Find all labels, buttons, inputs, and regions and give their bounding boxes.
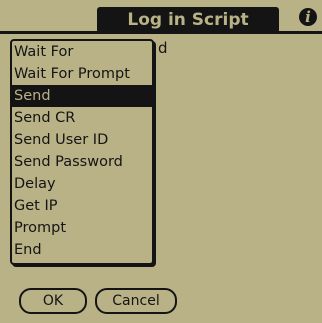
menu-item-send-user-id[interactable]: Send User ID <box>12 129 152 151</box>
background-field-text: d <box>158 39 168 57</box>
info-icon[interactable]: i <box>299 8 317 26</box>
title-underline <box>0 31 322 34</box>
ok-button[interactable]: OK <box>19 288 87 314</box>
menu-item-wait-for-prompt[interactable]: Wait For Prompt <box>12 63 152 85</box>
window-title: Log in Script <box>127 10 249 30</box>
menu-item-send[interactable]: Send <box>12 85 152 107</box>
title-bar: Log in Script i <box>0 0 322 34</box>
menu-item-wait-for[interactable]: Wait For <box>12 41 152 63</box>
cancel-button[interactable]: Cancel <box>95 288 177 314</box>
menu-item-delay[interactable]: Delay <box>12 173 152 195</box>
menu-item-send-password[interactable]: Send Password <box>12 151 152 173</box>
menu-item-end[interactable]: End <box>12 239 152 261</box>
menu-item-get-ip[interactable]: Get IP <box>12 195 152 217</box>
menu-item-send-cr[interactable]: Send CR <box>12 107 152 129</box>
command-popup-list[interactable]: Wait For Wait For Prompt Send Send CR Se… <box>10 39 154 265</box>
menu-item-prompt[interactable]: Prompt <box>12 217 152 239</box>
palm-screen: Log in Script i d Wait For Wait For Prom… <box>0 0 322 323</box>
